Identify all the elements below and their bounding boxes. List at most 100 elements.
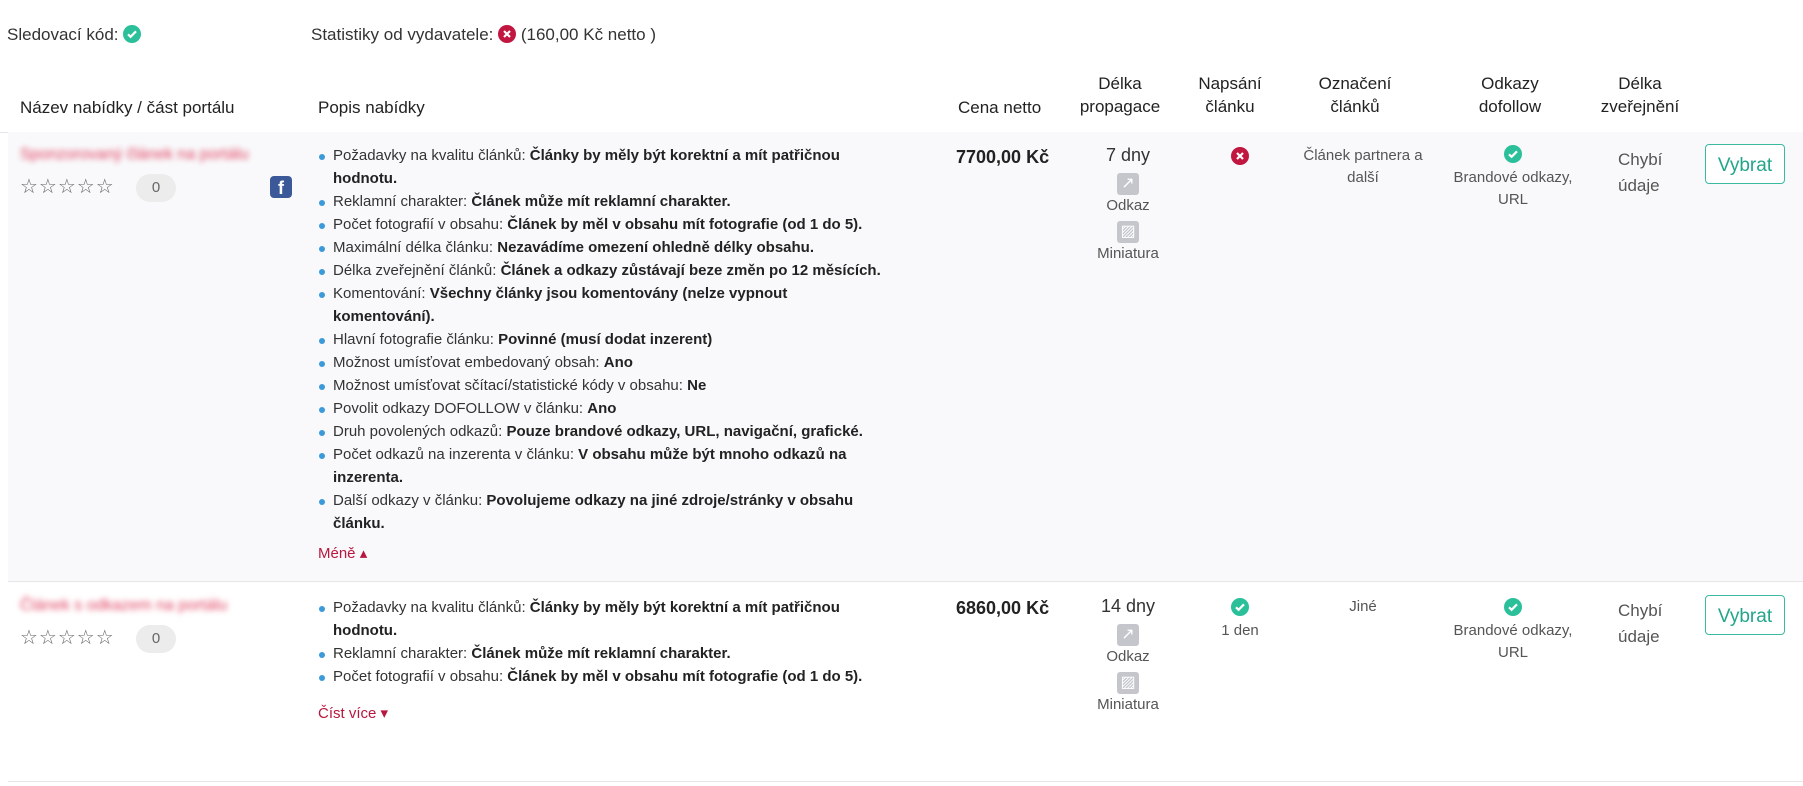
- description-item: Požadavky na kvalitu článků: Články by m…: [318, 596, 888, 642]
- description-item: Délka zveřejnění článků: Článek a odkazy…: [318, 259, 888, 282]
- description-key: Druh povolených odkazů:: [333, 423, 507, 440]
- col-header-writing-l1: Napsání: [1198, 74, 1262, 93]
- description-key: Další odkazy v článku:: [333, 492, 487, 509]
- publisher-stats: Statistiky od vydavatele: (160,00 Kč net…: [311, 25, 656, 45]
- promo-days: 7 dny: [1105, 145, 1151, 165]
- read-more-link[interactable]: Číst více ▾: [318, 704, 388, 722]
- description-key: Povolit odkazy DOFOLLOW v článku:: [333, 400, 588, 417]
- publisher-stats-label: Statistiky od vydavatele:: [311, 25, 494, 44]
- error-circle-icon: [1231, 147, 1249, 165]
- description-value: Článek by měl v obsahu mít fotografie (o…: [507, 216, 863, 233]
- image-icon: ▨: [1117, 221, 1139, 243]
- description-key: Požadavky na kvalitu článků:: [333, 599, 530, 616]
- col-header-publish-l1: Délka: [1618, 74, 1662, 93]
- description-value: Nezavádíme omezení ohledně délky obsahu.: [497, 239, 815, 256]
- marking-value: Článek partnera a další: [1303, 147, 1423, 186]
- rating-count-badge: 0: [136, 174, 176, 202]
- description-key: Možnost umísťovat sčítací/statistické kó…: [333, 377, 688, 394]
- link-label: Odkaz: [1106, 197, 1150, 214]
- description-item: Maximální délka článku: Nezavádíme omeze…: [318, 236, 888, 259]
- description-item: Reklamní charakter: Článek může mít rekl…: [318, 642, 888, 665]
- description-key: Maximální délka článku:: [333, 239, 498, 256]
- description-key: Požadavky na kvalitu článků:: [333, 147, 530, 164]
- offer-description: Požadavky na kvalitu článků: Články by m…: [318, 144, 888, 535]
- promo-column: 7 dny ↗ Odkaz ▨ Miniatura: [1063, 145, 1193, 262]
- check-circle-icon: [123, 25, 142, 43]
- facebook-icon[interactable]: f: [270, 176, 292, 198]
- error-circle-icon: [498, 25, 517, 43]
- description-item: Požadavky na kvalitu článků: Články by m…: [318, 144, 888, 190]
- rating-count-badge: 0: [136, 625, 176, 653]
- offer-description: Požadavky na kvalitu článků: Články by m…: [318, 596, 888, 688]
- col-header-writing-l2: článku: [1205, 97, 1255, 116]
- publish-length-l2: údaje: [1618, 627, 1660, 646]
- dofollow-column: Brandové odkazy, URL: [1448, 598, 1578, 664]
- offer-name[interactable]: Sponzorovaný článek na portálu: [20, 146, 249, 164]
- description-item: Počet fotografií v obsahu: Článek by měl…: [318, 665, 888, 688]
- writing-status: 1 den: [1200, 598, 1280, 642]
- star-rating[interactable]: ☆☆☆☆☆: [20, 174, 115, 199]
- description-item: Počet fotografií v obsahu: Článek by měl…: [318, 213, 888, 236]
- col-header-dofollow-l2: dofollow: [1478, 97, 1542, 116]
- description-key: Počet fotografií v obsahu:: [333, 216, 508, 233]
- tracking-code-label: Sledovací kód:: [7, 25, 119, 44]
- table-header: Název nabídky / část portálu Popis nabíd…: [0, 70, 1803, 133]
- description-key: Reklamní charakter:: [333, 193, 472, 210]
- marking-value: Jiné: [1349, 598, 1377, 615]
- description-value: Článek může mít reklamní charakter.: [471, 193, 731, 210]
- external-link-icon: ↗: [1117, 173, 1139, 195]
- description-item: Druh povolených odkazů: Pouze brandové o…: [318, 420, 888, 443]
- image-icon: ▨: [1117, 672, 1139, 694]
- toggle-less-link[interactable]: Méně ▴: [318, 544, 367, 562]
- col-header-publish: Délka zveřejnění: [1595, 72, 1685, 118]
- check-circle-icon: [1504, 145, 1522, 163]
- description-item: Hlavní fotografie článku: Povinné (musí …: [318, 328, 888, 351]
- col-header-price: Cena netto: [958, 98, 1042, 117]
- price: 7700,00 Kč: [956, 147, 1050, 167]
- star-rating[interactable]: ☆☆☆☆☆: [20, 625, 115, 650]
- description-value: Povinné (musí dodat inzerent): [498, 331, 713, 348]
- col-header-name: Název nabídky / část portálu: [20, 98, 235, 117]
- select-button[interactable]: Vybrat: [1705, 144, 1785, 184]
- description-key: Délka zveřejnění článků:: [333, 262, 501, 279]
- description-value: Článek by měl v obsahu mít fotografie (o…: [507, 668, 863, 685]
- col-header-promo: Délka propagace: [1070, 72, 1170, 118]
- table-row: Sponzorovaný článek na portálu ☆☆☆☆☆ 0 f…: [8, 132, 1803, 582]
- promo-days: 14 dny: [1100, 596, 1156, 616]
- description-value: Pouze brandové odkazy, URL, navigační, g…: [506, 423, 863, 440]
- description-key: Počet fotografií v obsahu:: [333, 668, 508, 685]
- publish-length-l2: údaje: [1618, 176, 1660, 195]
- description-item: Povolit odkazy DOFOLLOW v článku: Ano: [318, 397, 888, 420]
- publish-length: Chybí údaje: [1618, 147, 1662, 199]
- description-value: Článek může mít reklamní charakter.: [471, 645, 731, 662]
- publish-length-l1: Chybí: [1618, 150, 1663, 169]
- offer-name[interactable]: Článek s odkazem na portálu: [20, 597, 227, 615]
- select-button[interactable]: Vybrat: [1705, 595, 1785, 635]
- publish-length-l1: Chybí: [1618, 601, 1663, 620]
- description-key: Reklamní charakter:: [333, 645, 472, 662]
- promo-column: 14 dny ↗ Odkaz ▨ Miniatura: [1063, 596, 1193, 713]
- col-header-publish-l2: zveřejnění: [1600, 97, 1680, 116]
- description-key: Počet odkazů na inzerenta v článku:: [333, 446, 579, 463]
- tracking-code: Sledovací kód:: [7, 25, 142, 45]
- description-key: Komentování:: [333, 285, 430, 302]
- description-item: Další odkazy v článku: Povolujeme odkazy…: [318, 489, 888, 535]
- description-item: Počet odkazů na inzerenta v článku: V ob…: [318, 443, 888, 489]
- writing-status: [1220, 147, 1260, 169]
- description-item: Možnost umísťovat embedovaný obsah: Ano: [318, 351, 888, 374]
- publisher-stats-value: (160,00 Kč netto ): [520, 25, 656, 44]
- thumbnail-label: Miniatura: [1097, 696, 1159, 713]
- link-label: Odkaz: [1106, 648, 1150, 665]
- external-link-icon: ↗: [1117, 624, 1139, 646]
- check-circle-icon: [1504, 598, 1522, 616]
- col-header-dofollow-l1: Odkazy: [1481, 74, 1539, 93]
- col-header-marking-l2: článků: [1330, 97, 1380, 116]
- description-item: Reklamní charakter: Článek může mít rekl…: [318, 190, 888, 213]
- dofollow-column: Brandové odkazy, URL: [1448, 145, 1578, 211]
- col-header-desc: Popis nabídky: [318, 98, 425, 117]
- description-key: Hlavní fotografie článku:: [333, 331, 499, 348]
- description-item: Možnost umísťovat sčítací/statistické kó…: [318, 374, 888, 397]
- col-header-marking-l1: Označení: [1318, 74, 1392, 93]
- col-header-writing: Napsání článku: [1190, 72, 1270, 118]
- description-value: Ano: [587, 400, 617, 417]
